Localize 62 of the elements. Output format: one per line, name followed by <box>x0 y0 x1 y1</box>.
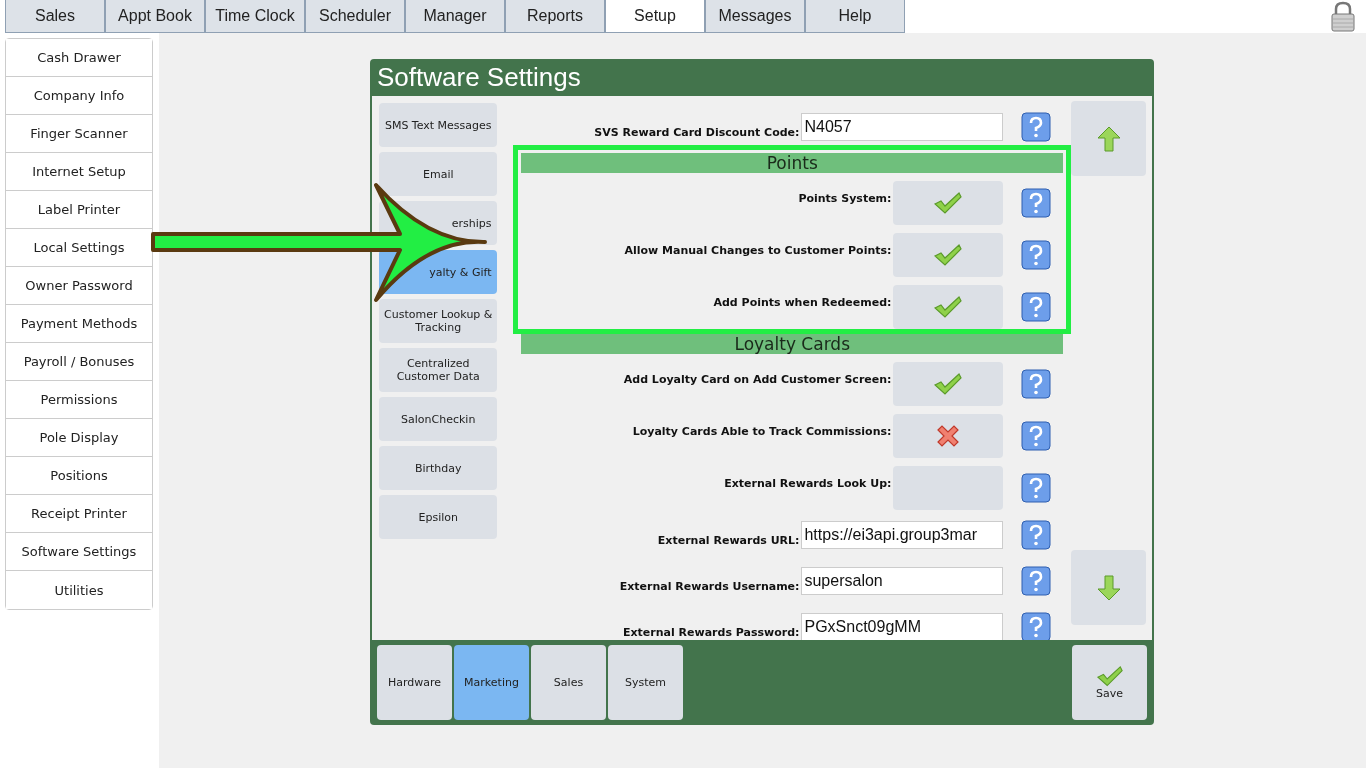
help-icon[interactable] <box>1021 369 1052 399</box>
top-tab[interactable]: Setup <box>605 0 705 33</box>
toggle-button[interactable] <box>893 233 1004 277</box>
top-tab[interactable]: Manager <box>405 0 505 33</box>
top-tab[interactable]: Appt Book <box>105 0 205 33</box>
dialog-title: Software Settings <box>376 61 582 94</box>
setting-label: Add Loyalty Card on Add Customer Screen: <box>622 372 893 386</box>
group-tab[interactable]: Sales <box>531 645 606 720</box>
category-button[interactable]: Epsilon <box>379 495 498 539</box>
toggle-button[interactable] <box>893 414 1004 458</box>
help-icon[interactable] <box>1021 473 1052 503</box>
setting-label: SVS Reward Card Discount Code: <box>593 126 801 141</box>
top-tab[interactable]: Sales <box>5 0 105 33</box>
up-arrow-icon <box>1096 125 1121 152</box>
input-field[interactable]: PGxSnct09gMM <box>801 613 1004 640</box>
toggle-button[interactable] <box>893 181 1004 225</box>
top-tab[interactable]: Time Clock <box>205 0 305 33</box>
setting-label: External Rewards Password: <box>621 626 801 640</box>
help-icon[interactable] <box>1021 240 1052 270</box>
help-icon[interactable] <box>1021 188 1052 218</box>
check-icon <box>933 372 964 396</box>
lock-icon[interactable] <box>1330 1 1356 32</box>
category-button[interactable]: Centralized Customer Data <box>379 348 498 392</box>
top-tab[interactable]: Scheduler <box>305 0 405 33</box>
help-icon[interactable] <box>1021 612 1052 640</box>
check-icon <box>933 191 964 215</box>
setting-label: External Rewards Username: <box>618 580 801 595</box>
check-icon <box>933 243 964 267</box>
category-button[interactable]: SMS Text Messages <box>379 103 498 147</box>
section-heading: Points <box>521 153 1063 173</box>
toggle-button[interactable] <box>893 285 1004 329</box>
category-button[interactable]: SalonCheckin <box>379 397 498 441</box>
top-tab[interactable]: Messages <box>705 0 805 33</box>
top-tab[interactable]: Help <box>805 0 905 33</box>
group-tab[interactable]: System <box>608 645 683 720</box>
help-icon[interactable] <box>1021 520 1052 550</box>
setting-label: Loyalty Cards Able to Track Commissions: <box>631 424 893 438</box>
top-tab[interactable]: Reports <box>505 0 605 33</box>
sidebar-item[interactable]: Cash Drawer <box>6 39 152 77</box>
category-button[interactable]: Email <box>379 152 498 196</box>
help-icon[interactable] <box>1021 292 1052 322</box>
group-tab[interactable]: Marketing <box>454 645 529 720</box>
help-icon[interactable] <box>1021 112 1052 142</box>
setting-label: Points System: <box>797 191 893 205</box>
setting-label: Add Points when Redeemed: <box>712 295 893 309</box>
help-icon[interactable] <box>1021 421 1052 451</box>
input-field[interactable]: https://ei3api.group3mar <box>801 521 1004 549</box>
input-field[interactable]: N4057 <box>801 113 1004 141</box>
check-icon <box>1095 664 1124 688</box>
setting-label: Allow Manual Changes to Customer Points: <box>623 243 893 257</box>
save-button[interactable]: Save <box>1072 645 1147 720</box>
help-icon[interactable] <box>1021 566 1052 596</box>
category-button[interactable]: Customer Lookup & Tracking <box>379 299 498 343</box>
category-button[interactable]: Birthday <box>379 446 498 490</box>
check-icon <box>933 295 964 319</box>
section-heading: Loyalty Cards <box>521 334 1063 354</box>
toggle-button[interactable] <box>893 362 1004 406</box>
group-tab[interactable]: Hardware <box>377 645 452 720</box>
setting-label: External Rewards URL: <box>656 534 801 549</box>
down-arrow-icon <box>1096 574 1121 601</box>
input-field[interactable]: supersalon <box>801 567 1004 595</box>
setting-label: External Rewards Look Up: <box>723 476 893 490</box>
